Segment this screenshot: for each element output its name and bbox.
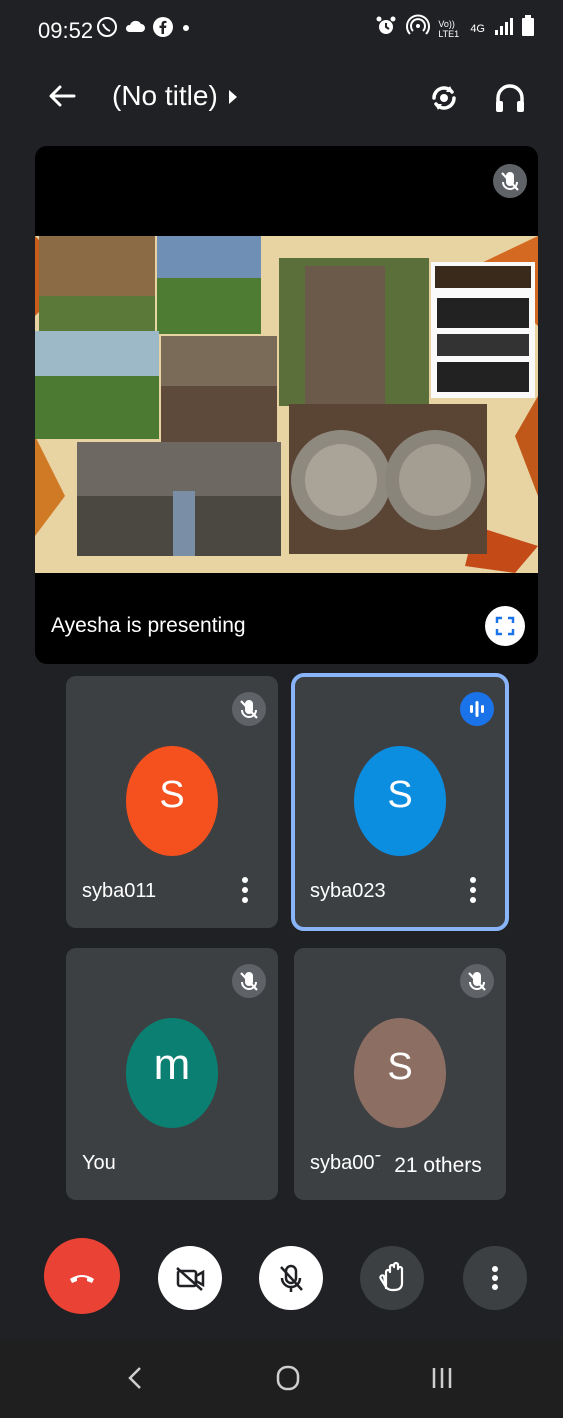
presentation-tile[interactable]: Ayesha is presenting	[35, 146, 538, 664]
audio-level-icon	[470, 701, 484, 717]
mic-off-icon	[468, 972, 486, 991]
home-icon	[276, 1365, 300, 1391]
participant-muted-badge	[232, 964, 266, 998]
participant-name: syba023	[310, 880, 386, 902]
avatar: S	[126, 746, 218, 856]
status-time: 09:52	[38, 18, 94, 43]
call-end-icon	[70, 1275, 94, 1283]
nav-back-button[interactable]	[118, 1360, 154, 1396]
facebook-icon	[152, 16, 174, 44]
participant-muted-badge	[232, 692, 266, 726]
avatar: S	[354, 746, 446, 856]
avatar-initial: S	[387, 1046, 413, 1088]
others-count-chip[interactable]: 21 others	[378, 1142, 498, 1190]
end-call-button[interactable]	[44, 1238, 120, 1314]
system-navigation-bar	[0, 1340, 563, 1418]
switch-camera-icon	[432, 86, 456, 110]
videocam-off-icon	[176, 1267, 205, 1291]
avatar: S	[354, 1018, 446, 1128]
avatar-initial: S	[159, 774, 185, 816]
more-vert-icon	[470, 877, 476, 903]
nav-recents-button[interactable]	[424, 1360, 460, 1396]
call-controls	[0, 1228, 563, 1324]
caret-right-icon[interactable]	[229, 90, 237, 104]
participant-tile-self[interactable]: m You	[66, 948, 278, 1200]
presenter-muted-badge	[493, 164, 527, 198]
avatar: m	[126, 1018, 218, 1128]
participant-tile[interactable]: S syba011	[66, 676, 278, 928]
chevron-left-icon	[128, 1367, 141, 1389]
dot-icon	[180, 16, 192, 44]
more-options-button[interactable]	[242, 876, 248, 904]
raise-hand-button[interactable]	[360, 1246, 424, 1310]
hotspot-icon	[406, 14, 431, 43]
participant-muted-badge	[460, 964, 494, 998]
more-vert-icon	[492, 1266, 498, 1290]
fullscreen-button[interactable]	[485, 606, 525, 646]
status-right-icons: Vo)) LTE1 4G	[374, 14, 535, 43]
mic-off-icon	[501, 172, 519, 191]
more-vert-icon	[242, 877, 248, 903]
avatar-initial: m	[153, 1040, 191, 1089]
status-bar: 09:52 Vo)) LTE1 4G	[0, 0, 563, 60]
signal-icon	[493, 16, 513, 41]
fullscreen-icon	[495, 616, 515, 636]
more-options-button[interactable]	[463, 1246, 527, 1310]
meeting-title[interactable]: (No title)	[112, 80, 218, 112]
alarm-icon	[374, 14, 398, 43]
arrow-back-icon	[49, 85, 76, 107]
hand-icon	[379, 1261, 404, 1292]
cloud-icon	[124, 16, 146, 44]
switch-camera-button[interactable]	[424, 78, 464, 118]
mic-off-icon	[280, 1264, 303, 1292]
back-button[interactable]	[44, 78, 80, 114]
microphone-toggle-button[interactable]	[259, 1246, 323, 1310]
more-options-button[interactable]	[470, 876, 476, 904]
participant-tile-active-speaker[interactable]: S syba023	[291, 673, 509, 931]
speaking-indicator-badge	[460, 692, 494, 726]
recents-icon	[432, 1368, 452, 1388]
avatar-initial: S	[387, 774, 413, 816]
status-left-icons	[96, 16, 192, 44]
presentation-slide-image	[35, 236, 538, 573]
mic-off-icon	[240, 700, 258, 719]
meeting-top-bar: (No title)	[0, 68, 563, 128]
whatsapp-icon	[96, 16, 118, 44]
participant-name: You	[82, 1152, 116, 1174]
presenting-label: Ayesha is presenting	[51, 614, 246, 637]
battery-icon	[521, 15, 535, 42]
participant-name: syba007	[310, 1152, 386, 1174]
participant-name: syba011	[82, 880, 157, 902]
audio-output-button[interactable]	[490, 78, 530, 118]
headphones-icon	[496, 84, 524, 112]
network-4g-icon: 4G	[470, 22, 485, 35]
mic-off-icon	[240, 972, 258, 991]
camera-toggle-button[interactable]	[158, 1246, 222, 1310]
volte-icon: Vo)) LTE1	[438, 18, 460, 39]
nav-home-button[interactable]	[270, 1360, 306, 1396]
